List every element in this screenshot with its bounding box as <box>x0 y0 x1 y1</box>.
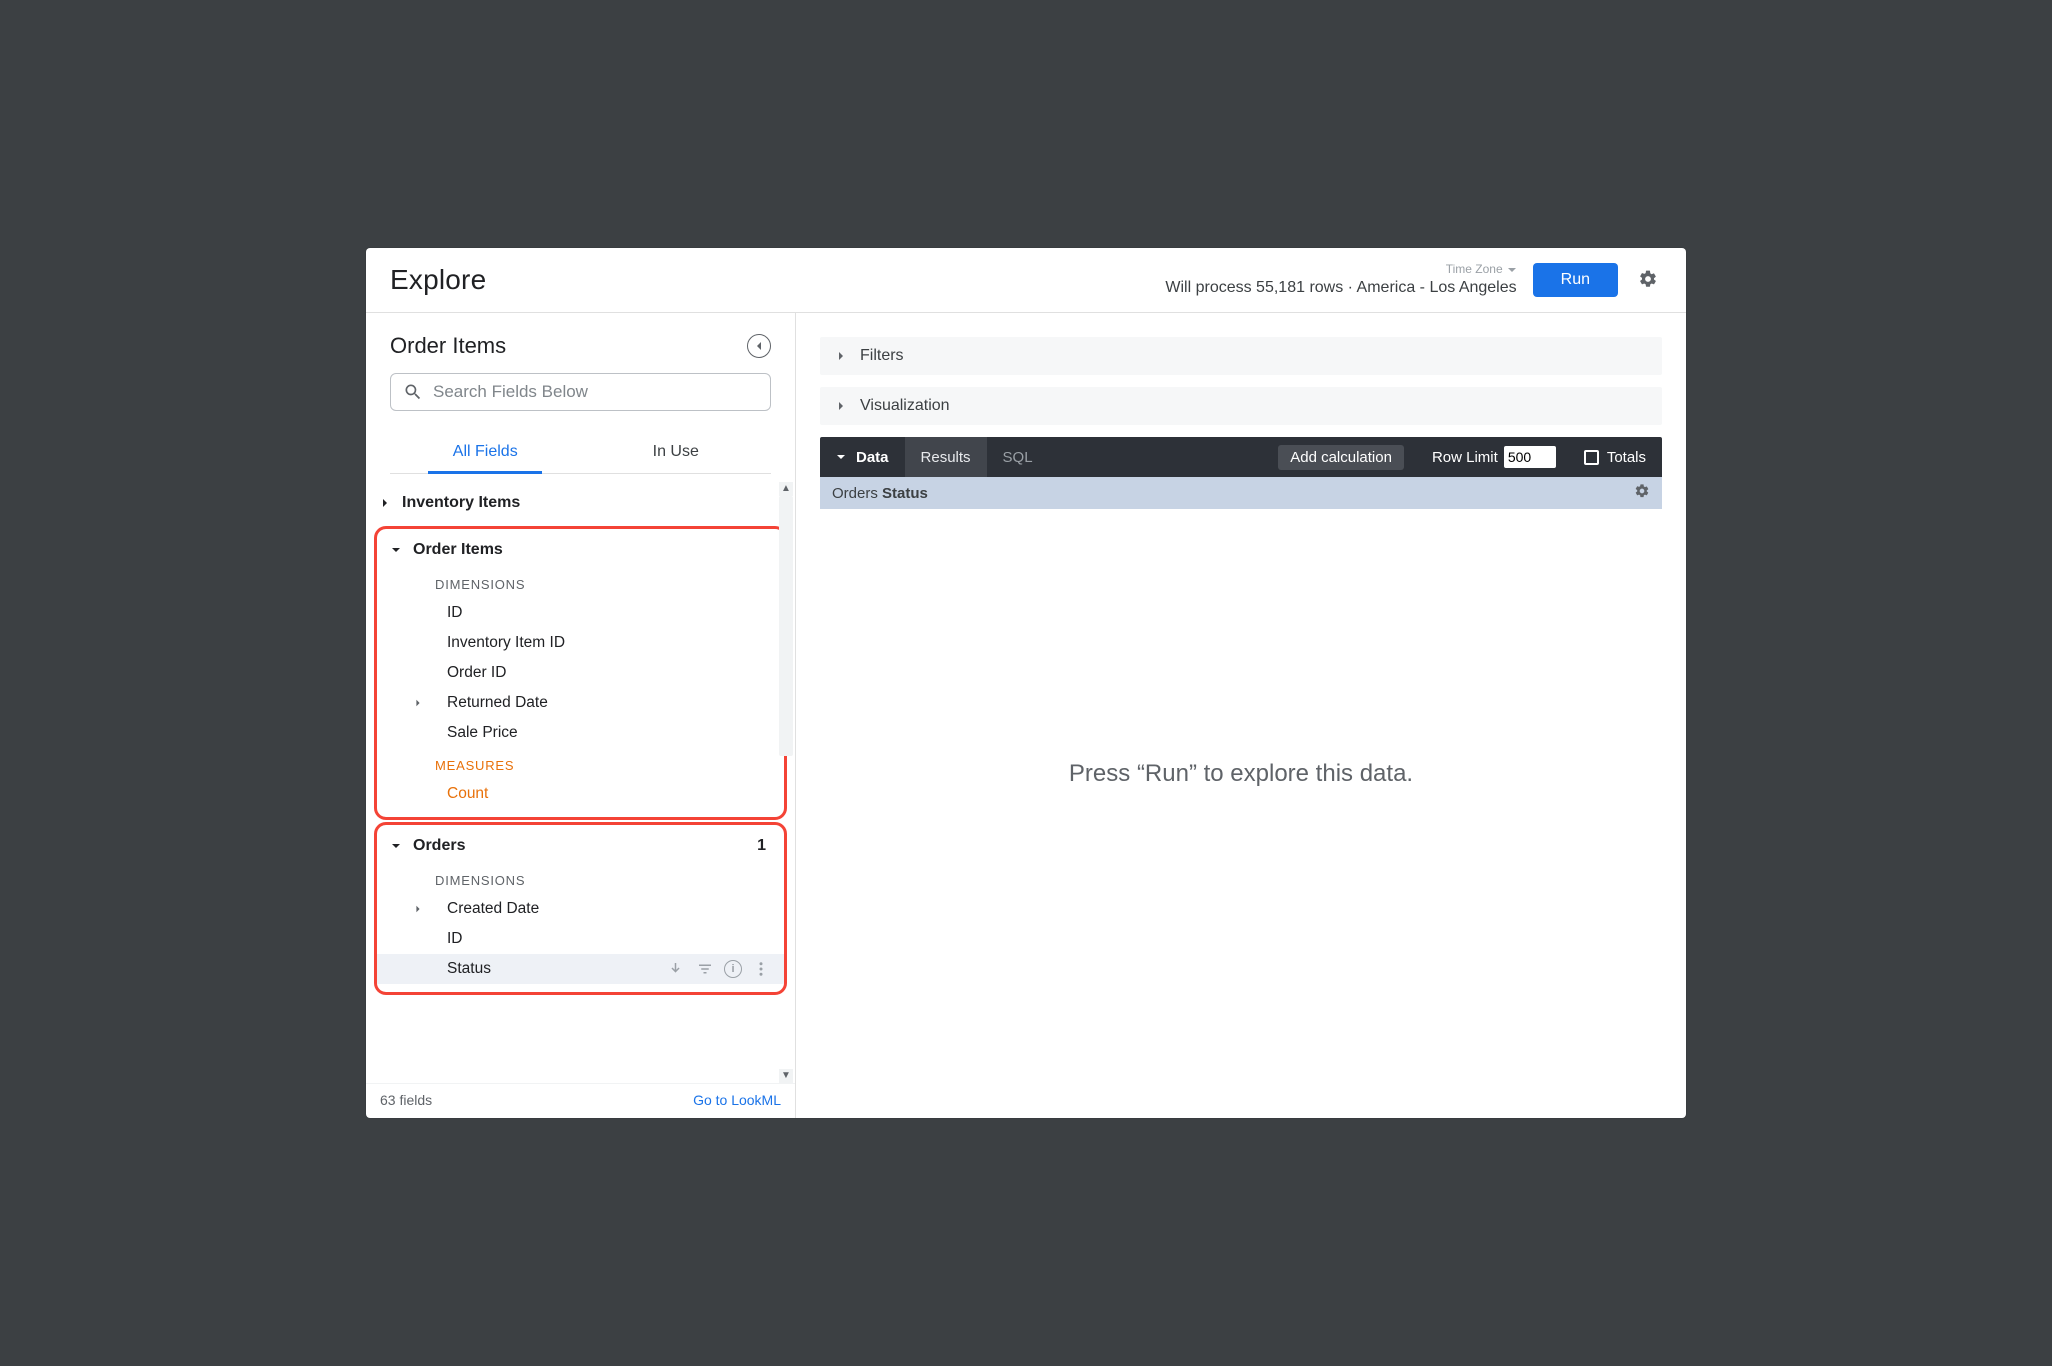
sidebar: Order Items All Fields In Use <box>366 313 796 1118</box>
collapse-sidebar-button[interactable] <box>747 334 771 358</box>
sidebar-top: Order Items All Fields In Use <box>366 313 795 482</box>
main: Order Items All Fields In Use <box>366 313 1686 1118</box>
totals-label: Totals <box>1607 449 1646 466</box>
data-tab[interactable]: Data <box>820 437 905 477</box>
field-actions: i <box>668 960 776 978</box>
caret-down-icon <box>836 452 846 462</box>
field-inventory-item-id[interactable]: Inventory Item ID <box>377 628 784 658</box>
explore-title: Order Items <box>390 333 506 359</box>
run-button[interactable]: Run <box>1533 263 1618 297</box>
results-tab[interactable]: Results <box>905 437 987 477</box>
field-created-date[interactable]: Created Date <box>377 894 784 924</box>
dimensions-label: DIMENSIONS <box>377 567 784 598</box>
row-limit-label: Row Limit <box>1432 449 1498 466</box>
caret-right-icon <box>836 351 846 361</box>
visualization-label: Visualization <box>860 397 950 415</box>
caret-right-icon <box>414 905 422 913</box>
go-to-lookml-link[interactable]: Go to LookML <box>693 1092 781 1108</box>
page-title: Explore <box>390 264 486 296</box>
info-icon[interactable]: i <box>724 960 742 978</box>
search-field-wrap[interactable] <box>390 373 771 411</box>
field-orders-id[interactable]: ID <box>377 924 784 954</box>
sql-tab[interactable]: SQL <box>987 437 1049 477</box>
view-order-items: Order Items DIMENSIONS ID Inventory Item… <box>377 529 784 813</box>
header: Explore Time Zone Will process 55,181 ro… <box>366 248 1686 313</box>
empty-state: Press “Run” to explore this data. <box>820 509 1662 1118</box>
column-header-row: Orders Status <box>820 477 1662 509</box>
tab-in-use[interactable]: In Use <box>581 433 772 473</box>
field-status[interactable]: Status i <box>377 954 784 984</box>
sidebar-title-row: Order Items <box>390 333 771 359</box>
field-list-container: Inventory Items Order Items DIMENSIONS I… <box>366 482 795 1083</box>
view-inventory-items: Inventory Items <box>366 482 795 524</box>
caret-right-icon <box>380 498 390 508</box>
dimensions-label: DIMENSIONS <box>377 863 784 894</box>
view-label: Order Items <box>413 541 503 559</box>
field-order-id[interactable]: Order ID <box>377 658 784 688</box>
row-limit-input[interactable] <box>1504 446 1556 468</box>
caret-down-icon <box>391 841 401 851</box>
column-settings-button[interactable] <box>1634 483 1650 503</box>
highlight-orders: Orders 1 DIMENSIONS Created Date ID Stat… <box>374 822 787 995</box>
column-header[interactable]: Orders Status <box>832 485 928 502</box>
header-left: Explore <box>390 264 486 296</box>
search-input[interactable] <box>433 382 758 402</box>
highlight-order-items: Order Items DIMENSIONS ID Inventory Item… <box>374 526 787 820</box>
data-bar: Data Results SQL Add calculation Row Lim… <box>820 437 1662 477</box>
search-icon <box>403 382 423 402</box>
checkbox-icon <box>1584 450 1599 465</box>
sidebar-footer: 63 fields Go to LookML <box>366 1083 795 1118</box>
tab-all-fields[interactable]: All Fields <box>390 433 581 473</box>
field-sale-price[interactable]: Sale Price <box>377 718 784 748</box>
app-frame: Explore Time Zone Will process 55,181 ro… <box>366 248 1686 1118</box>
view-label: Inventory Items <box>402 494 520 512</box>
view-label: Orders <box>413 837 465 855</box>
pivot-icon[interactable] <box>668 960 686 978</box>
add-calculation-wrap: Add calculation <box>1262 437 1420 477</box>
gear-icon <box>1638 269 1658 289</box>
view-badge: 1 <box>757 837 766 855</box>
scrollbar-thumb[interactable] <box>779 496 793 756</box>
more-vert-icon[interactable] <box>752 960 770 978</box>
process-info: Will process 55,181 rows · America - Los… <box>1165 278 1516 299</box>
caret-right-icon <box>836 401 846 411</box>
header-right: Time Zone Will process 55,181 rows · Ame… <box>1165 262 1662 298</box>
field-count[interactable]: Count <box>377 779 784 809</box>
view-header-order-items[interactable]: Order Items <box>377 533 784 567</box>
sidebar-tabs: All Fields In Use <box>390 433 771 474</box>
view-header-orders[interactable]: Orders 1 <box>377 829 784 863</box>
chevron-down-icon <box>1507 265 1517 275</box>
chevron-left-icon <box>754 341 764 351</box>
caret-right-icon <box>414 699 422 707</box>
totals-toggle[interactable]: Totals <box>1568 449 1662 466</box>
empty-state-text: Press “Run” to explore this data. <box>1069 760 1413 788</box>
timezone-label: Time Zone <box>1446 262 1503 278</box>
view-header-inventory-items[interactable]: Inventory Items <box>366 486 795 520</box>
row-limit: Row Limit <box>1420 446 1568 468</box>
field-list[interactable]: Inventory Items Order Items DIMENSIONS I… <box>366 482 795 1083</box>
gear-icon <box>1634 483 1650 499</box>
header-info: Time Zone Will process 55,181 rows · Ame… <box>1165 262 1516 298</box>
visualization-section[interactable]: Visualization <box>820 387 1662 425</box>
field-returned-date[interactable]: Returned Date <box>377 688 784 718</box>
timezone-dropdown[interactable]: Time Zone <box>1446 262 1517 278</box>
add-calculation-button[interactable]: Add calculation <box>1278 445 1404 470</box>
view-orders: Orders 1 DIMENSIONS Created Date ID Stat… <box>377 825 784 988</box>
filter-icon[interactable] <box>696 960 714 978</box>
filters-label: Filters <box>860 347 904 365</box>
field-count: 63 fields <box>380 1092 432 1108</box>
measures-label: MEASURES <box>377 748 784 779</box>
settings-button[interactable] <box>1634 265 1662 296</box>
filters-section[interactable]: Filters <box>820 337 1662 375</box>
caret-down-icon <box>391 545 401 555</box>
content: Filters Visualization Data Results SQL <box>796 313 1686 1118</box>
scroll-up-icon[interactable]: ▲ <box>779 482 793 496</box>
field-id[interactable]: ID <box>377 598 784 628</box>
scroll-down-icon[interactable]: ▼ <box>779 1069 793 1083</box>
